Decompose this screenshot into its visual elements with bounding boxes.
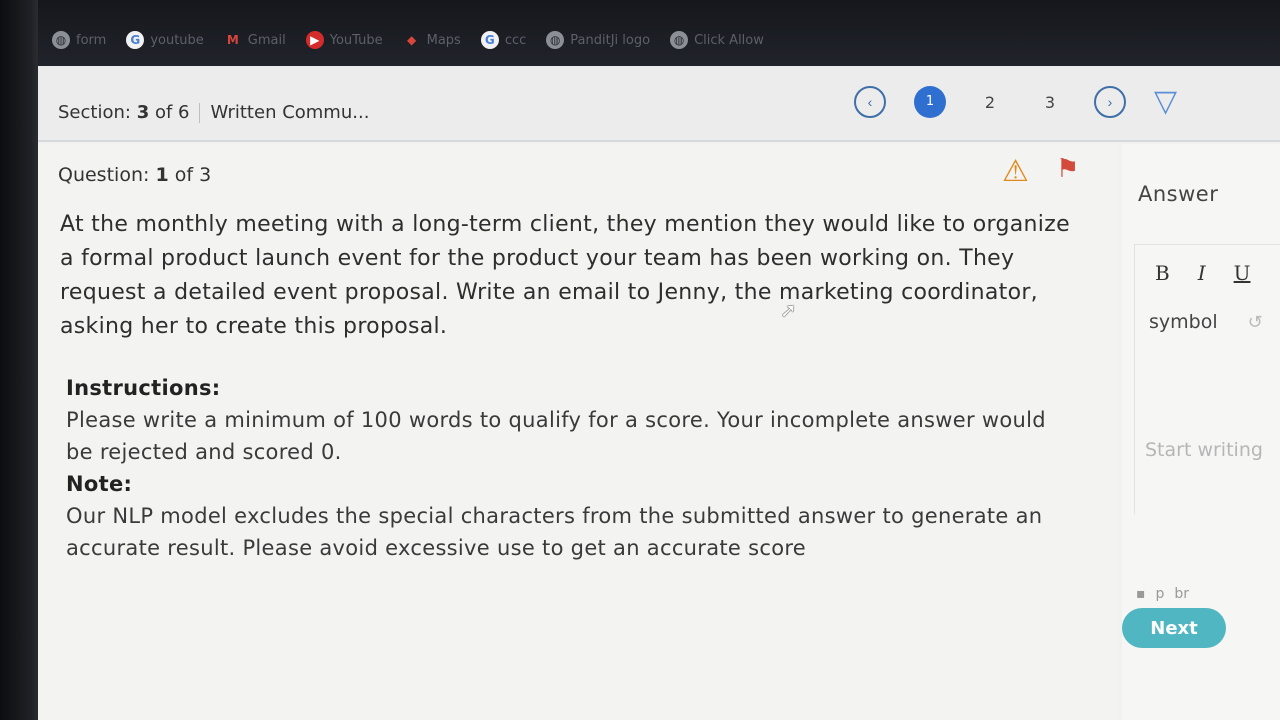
editor-statusbar: ▪ p br xyxy=(1136,586,1189,602)
answer-input[interactable]: Start writing xyxy=(1145,439,1263,461)
instructions-text: Please write a minimum of 100 words to q… xyxy=(66,408,1046,464)
question-panel: Question: 1 of 3 ⚠ ⚑ At the monthly meet… xyxy=(38,144,1118,720)
maps-icon: ◆ xyxy=(406,33,417,47)
chevron-left-icon: ‹ xyxy=(867,94,873,110)
bookmark-label: PanditJi logo xyxy=(570,32,651,48)
bookmark-youtube[interactable]: ▶ YouTube xyxy=(305,31,383,49)
mouse-cursor-icon: ➚ xyxy=(780,298,797,322)
bold-button[interactable]: B xyxy=(1155,261,1170,285)
status-br: br xyxy=(1174,586,1190,602)
instructions-label: Instructions: xyxy=(66,376,221,400)
question-prefix: Question: xyxy=(58,164,150,186)
bookmark-label: Gmail xyxy=(247,32,286,48)
status-p: p xyxy=(1155,586,1165,602)
assessment-page: Section: 3 of 6 Written Commu... ‹ 1 2 3… xyxy=(38,66,1280,720)
bookmark-click-allow[interactable]: ◍ Click Allow xyxy=(670,31,764,49)
next-question-nav-button[interactable]: › xyxy=(1094,86,1126,118)
divider xyxy=(199,102,201,123)
prev-question-button[interactable]: ‹ xyxy=(854,86,886,118)
gmail-icon: M xyxy=(226,33,239,47)
question-pager: ‹ 1 2 3 › ▽ xyxy=(854,86,1177,118)
bookmark-youtube-lower[interactable]: G youtube xyxy=(126,31,204,49)
section-header: Section: 3 of 6 Written Commu... ‹ 1 2 3… xyxy=(38,66,1280,142)
youtube-icon: ▶ xyxy=(305,31,324,49)
warning-icon[interactable]: ⚠ xyxy=(1002,154,1029,189)
bookmark-label: Click Allow xyxy=(694,32,764,48)
instructions-block: Instructions: Please write a minimum of … xyxy=(66,372,1066,564)
note-text: Our NLP model excludes the special chara… xyxy=(66,504,1043,560)
chevron-right-icon: › xyxy=(1107,94,1113,110)
question-current: 1 xyxy=(155,164,169,186)
bookmark-label: Maps xyxy=(426,32,461,48)
bookmark-gmail[interactable]: M Gmail xyxy=(224,31,286,49)
undo-icon[interactable]: ↺ xyxy=(1248,312,1263,333)
editor-toolbar: B I U xyxy=(1135,245,1280,285)
section-title: Written Commu... xyxy=(210,102,370,123)
question-indicator: Question: 1 of 3 xyxy=(58,164,211,186)
filter-icon[interactable]: ▽ xyxy=(1154,87,1177,117)
page-2-button[interactable]: 2 xyxy=(974,93,1006,112)
bookmark-label: form xyxy=(76,32,107,48)
bookmark-label: youtube xyxy=(150,32,204,48)
bookmark-maps[interactable]: ◆ Maps xyxy=(403,31,461,49)
section-total: of 6 xyxy=(154,102,190,123)
google-icon: G xyxy=(126,31,145,49)
editor-toolbar-row-2: symbol ↺ xyxy=(1135,285,1280,333)
bookmark-form[interactable]: ◍ form xyxy=(52,31,106,49)
underline-button[interactable]: U xyxy=(1234,261,1251,285)
globe-icon: ◍ xyxy=(546,31,565,49)
page-1-button[interactable]: 1 xyxy=(914,86,946,118)
globe-icon: ◍ xyxy=(670,31,689,49)
monitor-bezel xyxy=(0,0,38,720)
next-button[interactable]: Next xyxy=(1122,608,1226,648)
section-indicator: Section: 3 of 6 Written Commu... xyxy=(58,102,369,123)
italic-button[interactable]: I xyxy=(1198,261,1206,285)
symbol-button[interactable]: symbol xyxy=(1149,311,1218,333)
google-icon: G xyxy=(480,31,499,49)
question-text: At the monthly meeting with a long-term … xyxy=(60,212,1070,339)
bookmark-panditji[interactable]: ◍ PanditJi logo xyxy=(546,31,650,49)
resize-icon: ▪ xyxy=(1136,586,1146,602)
globe-icon: ◍ xyxy=(52,31,70,49)
bookmark-label: YouTube xyxy=(329,32,383,48)
page-3-button[interactable]: 3 xyxy=(1034,93,1066,112)
section-prefix: Section: xyxy=(58,102,131,123)
bookmark-ccc[interactable]: G ccc xyxy=(480,31,527,49)
question-total: of 3 xyxy=(174,164,212,186)
bookmark-label: ccc xyxy=(504,32,527,48)
note-label: Note: xyxy=(66,472,133,496)
answer-editor[interactable]: B I U symbol ↺ Start writing xyxy=(1134,244,1280,514)
section-current: 3 xyxy=(136,102,150,123)
flag-icon[interactable]: ⚑ xyxy=(1056,154,1079,184)
answer-title: Answer xyxy=(1138,182,1219,206)
